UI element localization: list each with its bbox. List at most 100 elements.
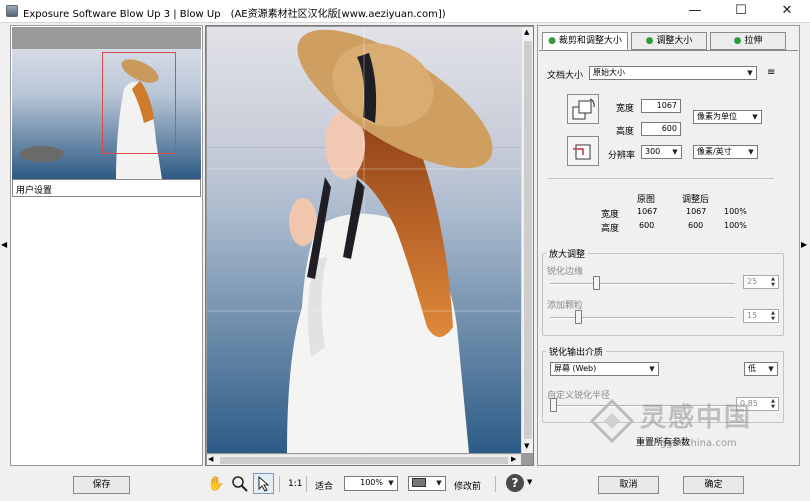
width-input[interactable]: 1067 xyxy=(641,99,681,113)
app-icon xyxy=(6,5,18,17)
height-input[interactable]: 600 xyxy=(641,122,681,136)
tab-stretch-label: 拉伸 xyxy=(744,36,763,46)
scroll-left-icon[interactable]: ◀ xyxy=(208,455,213,463)
resolution-select[interactable]: 300 ▼ xyxy=(641,145,682,159)
spin-down-icon[interactable]: ▼ xyxy=(769,282,777,288)
output-level-select[interactable]: 低 ▼ xyxy=(744,362,778,376)
spin-down-icon[interactable]: ▼ xyxy=(769,316,777,322)
vertical-scroll-thumb[interactable] xyxy=(524,41,532,439)
spin-down-icon[interactable]: ▼ xyxy=(769,404,777,410)
chevron-down-icon: ▼ xyxy=(436,479,442,487)
chevron-down-icon: ▼ xyxy=(388,479,394,487)
image-viewer[interactable]: ▲ ▼ ◀ ▶ xyxy=(205,25,534,466)
rotate-icon xyxy=(572,98,595,120)
resolution-value: 300 xyxy=(645,147,661,156)
chevron-down-icon: ▼ xyxy=(747,69,753,77)
tab-divider xyxy=(539,50,798,51)
output-media-value: 屏幕 (Web) xyxy=(554,364,597,373)
chevron-down-icon: ▼ xyxy=(672,148,678,156)
tab-resize-label: 调整大小 xyxy=(656,36,693,46)
before-toggle[interactable]: 修改前 xyxy=(454,479,481,492)
doc-size-select[interactable]: 原始大小 ▼ xyxy=(589,66,757,80)
enlarge-title: 放大调整 xyxy=(546,247,589,260)
sharpen-slider-track[interactable] xyxy=(550,283,735,285)
sharpen-spinbox[interactable]: 25 ▲ ▼ xyxy=(743,275,779,289)
row-height: 高度 xyxy=(601,224,620,234)
scroll-right-icon[interactable]: ▶ xyxy=(511,455,516,463)
radius-spinbox[interactable]: 0.85 ▲ ▼ xyxy=(736,397,779,411)
navigator-thumbnail xyxy=(12,27,201,179)
width-percent: 100% xyxy=(724,207,747,216)
horizontal-scrollbar[interactable]: ◀ ▶ xyxy=(207,454,521,465)
select-tool-icon[interactable] xyxy=(253,473,274,494)
output-level-value: 低 xyxy=(748,364,756,373)
tab-crop-resize[interactable]: ● 裁剪和调整大小 xyxy=(542,32,628,50)
active-tab-dot-icon: ● xyxy=(548,36,556,46)
separator xyxy=(306,476,307,492)
resolution-label: 分辨率 xyxy=(608,151,636,161)
tab-dot-icon: ● xyxy=(645,36,654,46)
fit-button[interactable]: 适合 xyxy=(315,479,333,492)
menu-icon[interactable]: ≡ xyxy=(767,67,775,78)
tab-dot-icon: ● xyxy=(733,36,742,46)
collapse-left-arrow-icon[interactable]: ◀ xyxy=(1,240,7,249)
minimize-button[interactable]: — xyxy=(672,0,718,23)
hand-tool-icon[interactable]: ✋ xyxy=(206,474,226,494)
output-media-select[interactable]: 屏幕 (Web) ▼ xyxy=(550,362,659,376)
height-percent: 100% xyxy=(724,221,747,230)
unit-select[interactable]: 像素为单位 ▼ xyxy=(693,110,762,124)
width-adjusted: 1067 xyxy=(686,207,707,216)
radius-slider-thumb[interactable] xyxy=(550,398,557,412)
ok-button[interactable]: 确定 xyxy=(683,476,744,494)
height-adjusted: 600 xyxy=(688,221,704,230)
tab-stretch[interactable]: ● 拉伸 xyxy=(710,32,786,50)
grain-spinbox[interactable]: 15 ▲ ▼ xyxy=(743,309,779,323)
zoom-tool-icon[interactable] xyxy=(230,474,250,494)
chevron-down-icon: ▼ xyxy=(748,148,754,156)
resolution-unit-value: 像素/英寸 xyxy=(697,147,732,156)
scroll-up-icon[interactable]: ▲ xyxy=(524,28,529,36)
collapse-right-arrow-icon[interactable]: ▶ xyxy=(801,240,807,249)
grain-slider-thumb[interactable] xyxy=(574,310,582,324)
main-image xyxy=(207,27,521,453)
tab-resize[interactable]: ● 调整大小 xyxy=(631,32,707,50)
user-settings-header[interactable]: 用户设置 xyxy=(12,179,201,197)
one-to-one-button[interactable]: 1:1 xyxy=(288,479,302,489)
vertical-scrollbar[interactable]: ▲ ▼ xyxy=(521,27,533,453)
left-panel: 用户设置 xyxy=(10,25,203,466)
doc-size-label: 文档大小 xyxy=(547,71,584,81)
chevron-down-icon: ▼ xyxy=(752,113,758,121)
maximize-button[interactable]: ☐ xyxy=(718,0,764,23)
tab-crop-resize-label: 裁剪和调整大小 xyxy=(558,36,622,46)
cancel-button[interactable]: 取消 xyxy=(598,476,659,494)
title-bar: Exposure Software Blow Up 3 | Blow Up (A… xyxy=(0,0,810,23)
divider xyxy=(548,178,774,179)
sharpen-value: 25 xyxy=(747,277,758,286)
width-original: 1067 xyxy=(637,207,658,216)
row-width: 宽度 xyxy=(601,210,620,220)
sharpen-slider-thumb[interactable] xyxy=(593,276,601,290)
height-label: 高度 xyxy=(616,127,635,137)
help-icon[interactable]: ? xyxy=(506,474,524,492)
reset-all-button[interactable]: 重置所有参数 xyxy=(636,435,690,448)
chevron-down-icon: ▼ xyxy=(768,365,774,373)
col-original: 原图 xyxy=(637,195,656,205)
rotate-button[interactable] xyxy=(567,94,599,124)
horizontal-scroll-thumb[interactable] xyxy=(220,457,508,464)
col-adjusted: 调整后 xyxy=(682,195,710,205)
preview-mode-select[interactable]: ▼ xyxy=(408,476,446,491)
resolution-unit-select[interactable]: 像素/英寸 ▼ xyxy=(693,145,758,159)
scroll-down-icon[interactable]: ▼ xyxy=(524,442,529,450)
chevron-down-icon: ▼ xyxy=(649,365,655,373)
navigator-view-rectangle[interactable] xyxy=(102,52,176,154)
save-button[interactable]: 保存 xyxy=(73,476,130,494)
zoom-select[interactable]: 100% ▼ xyxy=(344,476,398,491)
unit-value: 像素为单位 xyxy=(697,112,737,121)
close-button[interactable]: ✕ xyxy=(764,0,810,23)
reset-size-button[interactable] xyxy=(567,136,599,166)
separator xyxy=(279,476,280,492)
radius-slider-track[interactable] xyxy=(550,405,735,407)
settings-panel: ● 裁剪和调整大小 ● 调整大小 ● 拉伸 文档大小 原始大小 ▼ ≡ 宽度 1… xyxy=(537,25,800,466)
help-dropdown-icon[interactable]: ▼ xyxy=(527,478,532,486)
grain-value: 15 xyxy=(747,311,758,320)
